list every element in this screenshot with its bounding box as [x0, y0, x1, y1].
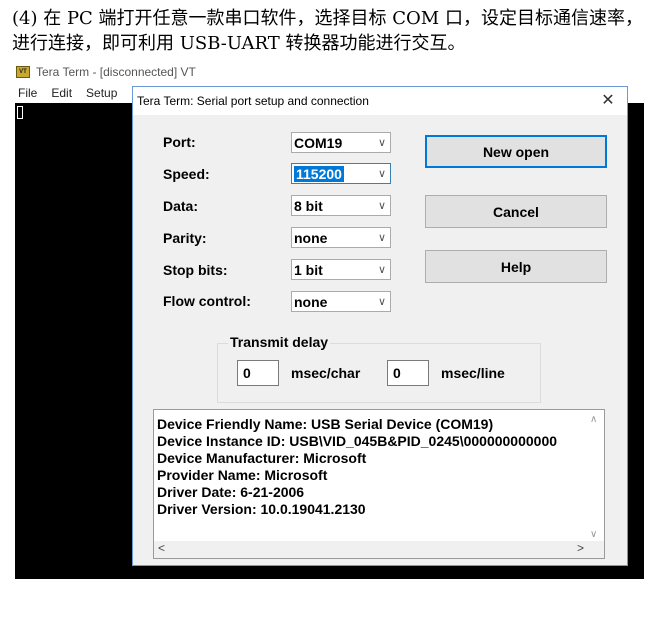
menu-setup[interactable]: Setup	[84, 86, 117, 100]
cancel-button[interactable]: Cancel	[425, 195, 607, 228]
device-info-line: Driver Version: 10.0.19041.2130	[157, 501, 366, 517]
transmit-delay-legend: Transmit delay	[228, 334, 331, 350]
chevron-down-icon: ∨	[377, 264, 387, 276]
port-select[interactable]: COM19 ∨	[291, 132, 391, 153]
device-info-line: Provider Name: Microsoft	[157, 467, 328, 483]
dialog-title: Tera Term: Serial port setup and connect…	[137, 94, 369, 108]
data-label: Data:	[163, 198, 199, 214]
device-info-line: Device Manufacturer: Microsoft	[157, 450, 367, 466]
close-icon[interactable]: ✕	[597, 89, 619, 111]
stop-bits-value: 1 bit	[294, 261, 323, 278]
device-info-line: Driver Date: 6-21-2006	[157, 484, 305, 500]
data-select[interactable]: 8 bit ∨	[291, 195, 391, 216]
chevron-down-icon: ∨	[377, 296, 387, 308]
dialog-titlebar: Tera Term: Serial port setup and connect…	[133, 87, 627, 115]
tera-term-app-icon: VT	[16, 66, 30, 78]
stop-bits-label: Stop bits:	[163, 262, 228, 278]
port-label: Port:	[163, 134, 196, 150]
chevron-down-icon: ∨	[377, 137, 387, 149]
vt-window-title: Tera Term - [disconnected] VT	[36, 65, 196, 79]
terminal-cursor	[17, 106, 23, 119]
line-delay-input[interactable]: 0	[387, 360, 429, 386]
menu-edit[interactable]: Edit	[49, 86, 72, 100]
stop-bits-select[interactable]: 1 bit ∨	[291, 259, 391, 280]
horizontal-scrollbar[interactable]: < >	[154, 541, 604, 558]
scroll-down-icon[interactable]: ∨	[590, 529, 597, 540]
flow-control-label: Flow control:	[163, 293, 251, 309]
serial-port-setup-dialog: Tera Term: Serial port setup and connect…	[132, 86, 628, 566]
device-info-lines: Device Friendly Name: USB Serial Device …	[157, 416, 587, 518]
speed-select[interactable]: 115200 ∨	[291, 163, 391, 184]
device-info-box[interactable]: Device Friendly Name: USB Serial Device …	[153, 409, 605, 559]
chevron-down-icon: ∨	[377, 232, 387, 244]
scroll-up-icon[interactable]: ∧	[590, 414, 597, 425]
speed-label: Speed:	[163, 166, 210, 182]
scroll-left-icon[interactable]: <	[158, 541, 165, 555]
device-info-line: Device Instance ID: USB\VID_045B&PID_024…	[157, 433, 558, 449]
chevron-down-icon: ∨	[377, 200, 387, 212]
line-delay-unit: msec/line	[441, 365, 505, 381]
data-value: 8 bit	[294, 197, 323, 214]
vt-window-titlebar: VT Tera Term - [disconnected] VT	[14, 62, 314, 82]
char-delay-input[interactable]: 0	[237, 360, 279, 386]
flow-control-value: none	[294, 293, 328, 310]
scroll-right-icon[interactable]: >	[577, 541, 584, 555]
device-info-line: Device Friendly Name: USB Serial Device …	[157, 416, 494, 432]
port-value: COM19	[294, 134, 343, 151]
parity-value: none	[294, 229, 328, 246]
speed-value: 115200	[294, 165, 344, 182]
flow-control-select[interactable]: none ∨	[291, 291, 391, 312]
vt-menubar: File Edit Setup	[16, 84, 134, 102]
parity-label: Parity:	[163, 230, 207, 246]
menu-file[interactable]: File	[16, 86, 37, 100]
help-button[interactable]: Help	[425, 250, 607, 283]
document-paragraph: (4) 在 PC 端打开任意一款串口软件，选择目标 COM 口，设定目标通信速率…	[12, 8, 643, 54]
new-open-button[interactable]: New open	[425, 135, 607, 168]
char-delay-unit: msec/char	[291, 365, 361, 381]
chevron-down-icon: ∨	[377, 168, 387, 180]
vertical-scrollbar[interactable]: ∧ ∨	[587, 410, 604, 542]
parity-select[interactable]: none ∨	[291, 227, 391, 248]
